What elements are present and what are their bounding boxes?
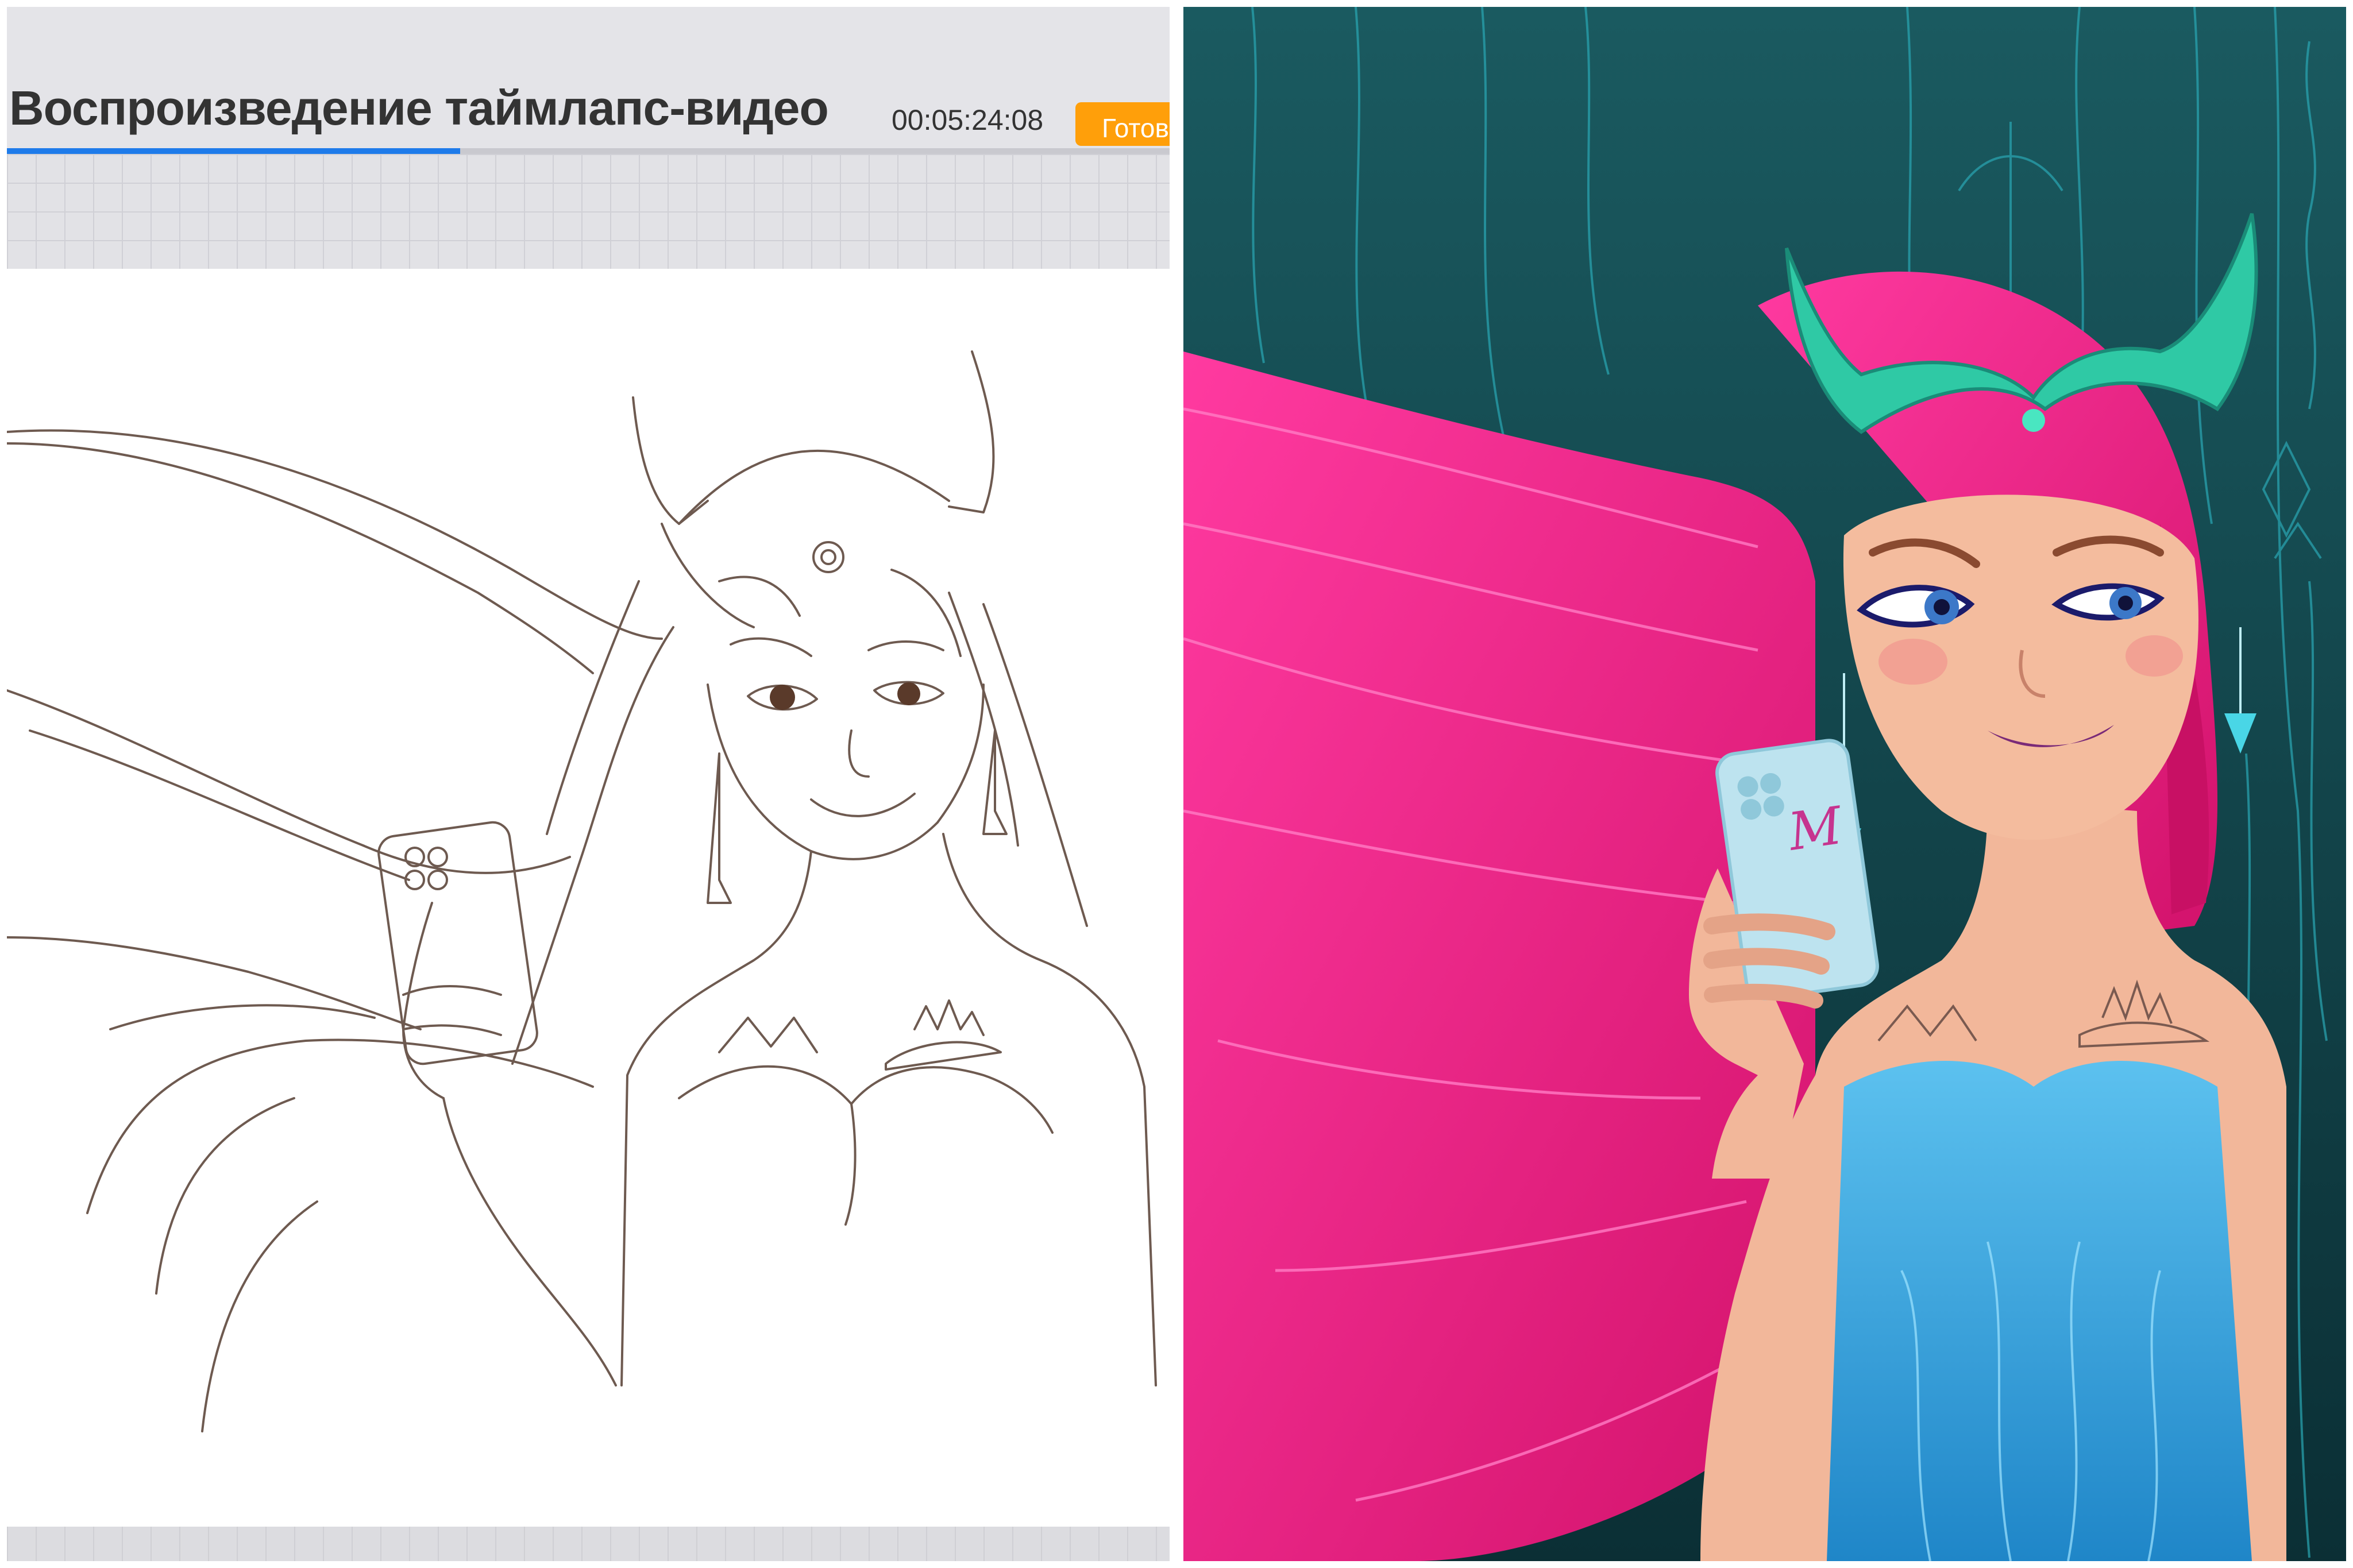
canvas-transparency-grid-top <box>7 154 1170 269</box>
playback-header: Воспроизведение таймлапс-видео 00:05:24:… <box>7 7 1170 150</box>
page-title: Воспроизведение таймлапс-видео <box>9 81 829 135</box>
playback-scrubber[interactable] <box>7 148 1170 154</box>
illustration-artwork: M <box>1183 7 2346 1561</box>
finished-illustration: M <box>1183 7 2346 1561</box>
playback-timecode: 00:05:24:08 <box>892 104 1044 136</box>
phone-monogram: M <box>1784 795 1847 863</box>
blue-dress <box>1827 1061 2252 1561</box>
sketch-canvas <box>7 269 1170 1527</box>
done-button[interactable]: Готово <box>1075 102 1170 146</box>
pencil-sketch <box>7 350 1157 1432</box>
timelapse-player: Воспроизведение таймлапс-видео 00:05:24:… <box>7 7 1170 1561</box>
canvas-transparency-grid-bottom <box>7 1527 1170 1561</box>
playback-progress-fill <box>7 148 461 154</box>
